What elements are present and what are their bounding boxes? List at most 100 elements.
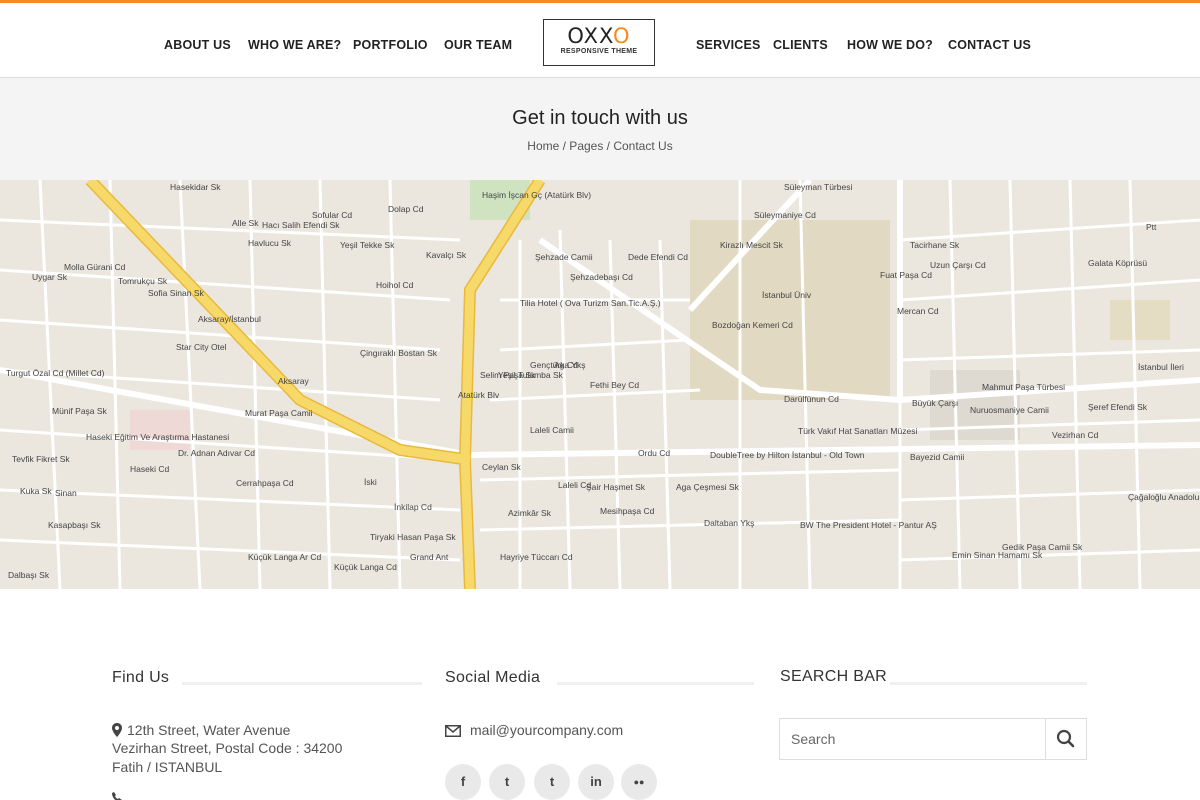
map-street-label: Hasekidar Sk bbox=[170, 182, 221, 192]
logo-tagline: RESPONSIVE THEME bbox=[560, 48, 638, 55]
map-street-label: Laleli Cd bbox=[558, 480, 592, 490]
search-icon bbox=[1056, 729, 1075, 748]
map-street-label: Türk Vakıf Hat Sanatları Müzesi bbox=[798, 426, 918, 436]
social-media-title: Social Media bbox=[445, 669, 541, 686]
map-street-label: Aga Çeşmesi Sk bbox=[676, 482, 739, 492]
map-street-label: Atatürk Blv bbox=[458, 390, 500, 400]
map-street-label: Kasapbaşı Sk bbox=[48, 520, 101, 530]
map-street-label: Yeşil Tulumba Sk bbox=[498, 370, 563, 380]
map-street-label: Aga Ykş bbox=[554, 360, 586, 370]
flickr-icon: ●● bbox=[633, 777, 645, 787]
map-street-label: Ordu Cd bbox=[638, 448, 671, 458]
map-street-label: Molla Gürani Cd bbox=[64, 262, 126, 272]
map-major-roads-outline bbox=[85, 180, 546, 589]
flickr-button[interactable]: ●● bbox=[621, 764, 657, 800]
map-street-label: Hacı Salih Efendi Sk bbox=[262, 220, 340, 230]
map-street-label: Sinan bbox=[55, 488, 77, 498]
site-header: ABOUT US WHO WE ARE? PORTFOLIO OUR TEAM … bbox=[0, 3, 1200, 78]
map-street-label: Murat Paşa Camii bbox=[245, 408, 313, 418]
map-street-label: Kavalçı Sk bbox=[426, 250, 467, 260]
map-pin-icon bbox=[112, 723, 122, 737]
map-street-label: Laleli Camii bbox=[530, 425, 574, 435]
find-us-title: Find Us bbox=[112, 669, 170, 686]
nav-our-team[interactable]: OUR TEAM bbox=[444, 38, 512, 52]
map-street-label: Turgut Özal Cd (Millet Cd) bbox=[6, 368, 105, 378]
logo-wordmark: OXXO bbox=[544, 24, 654, 48]
map-street-label: Haseki Cd bbox=[130, 464, 170, 474]
map-street-label: İnkilap Cd bbox=[394, 502, 432, 512]
map-street-label: Dolap Cd bbox=[388, 204, 424, 214]
tumblr-icon: t bbox=[549, 774, 555, 789]
map-street-label: Şehzadebaşı Cd bbox=[570, 272, 633, 282]
map-street-label: Haseki Eğitim Ve Araştırma Hastanesi bbox=[86, 432, 230, 442]
tumblr-button[interactable]: t bbox=[534, 764, 570, 800]
search-form bbox=[779, 718, 1087, 760]
map-street-label: Fethi Bey Cd bbox=[590, 380, 640, 390]
map-street-label: Şair Haşmet Sk bbox=[586, 482, 646, 492]
linkedin-button[interactable]: in bbox=[578, 764, 614, 800]
map-street-label: Hoihol Cd bbox=[376, 280, 414, 290]
search-bar-divider bbox=[890, 682, 1087, 685]
map-street-label: Tomrukçu Sk bbox=[118, 276, 168, 286]
address-line-2: Vezirhan Street, Postal Code : 34200 bbox=[112, 740, 343, 756]
map-street-label: Aksaray/İstanbul bbox=[198, 314, 261, 324]
location-map[interactable]: Hasekidar Sk Alle Sk Havlucu Sk Hacı Salih … bbox=[0, 180, 1200, 589]
map-street-label: Dalbaşı Sk bbox=[8, 570, 50, 580]
page-title: Get in touch with us bbox=[512, 107, 688, 129]
map-street-label: BW The President Hotel - Pantur AŞ bbox=[800, 520, 937, 530]
map-street-label: Tilia Hotel ( Ova Turizm San.Tic.A.Ş.) bbox=[520, 298, 661, 308]
site-logo[interactable]: OXXO RESPONSIVE THEME bbox=[543, 19, 655, 66]
nav-who-we-are[interactable]: WHO WE ARE? bbox=[248, 38, 341, 52]
map-street-label: Uzun Çarşı Cd bbox=[930, 260, 986, 270]
contact-email[interactable]: mail@yourcompany.com bbox=[470, 722, 623, 738]
map-street-label: Kirazlı Mescit Sk bbox=[720, 240, 783, 250]
map-street-label: İstanbul Üniv bbox=[762, 290, 812, 300]
logo-wordmark-main: OXX bbox=[567, 24, 614, 48]
map-street-label: Darülfünun Cd bbox=[784, 394, 839, 404]
map-street-label: Küçük Langa Ar Cd bbox=[248, 552, 322, 562]
nav-portfolio[interactable]: PORTFOLIO bbox=[353, 38, 428, 52]
map-street-label: Azimkâr Sk bbox=[508, 508, 551, 518]
search-button[interactable] bbox=[1046, 719, 1086, 759]
map-street-label: Daltaban Ykş bbox=[704, 518, 755, 528]
map-street-label: Vezirhan Cd bbox=[1052, 430, 1099, 440]
map-hospital-area bbox=[130, 410, 190, 450]
nav-services[interactable]: SERVICES bbox=[696, 38, 761, 52]
map-street-label: Çingıraklı Bostan Sk bbox=[360, 348, 438, 358]
map-street-label: Alle Sk bbox=[232, 218, 259, 228]
twitter-button[interactable]: t bbox=[489, 764, 525, 800]
map-street-label: Sofular Cd bbox=[312, 210, 353, 220]
map-street-label: Kuka Sk bbox=[20, 486, 52, 496]
address-line-1: 12th Street, Water Avenue bbox=[127, 722, 291, 738]
map-street-label: Mesihpaşa Cd bbox=[600, 506, 655, 516]
twitter-icon: t bbox=[504, 774, 510, 789]
map-street-label: Sofia Sinan Sk bbox=[148, 288, 204, 298]
map-street-label: Galata Köprüsü bbox=[1088, 258, 1148, 268]
address-line-3: Fatih / ISTANBUL bbox=[112, 759, 223, 775]
map-street-label: Şeref Efendi Sk bbox=[1088, 402, 1148, 412]
map-street-label: Dede Efendi Cd bbox=[628, 252, 689, 262]
map-street-label: Cerrahpaşa Cd bbox=[236, 478, 294, 488]
map-street-label: Münif Paşa Sk bbox=[52, 406, 107, 416]
map-street-label: Şehzade Camii bbox=[535, 252, 593, 262]
phone-icon bbox=[112, 792, 122, 800]
map-street-label: Mercan Cd bbox=[897, 306, 939, 316]
map-street-label: Çağaloğlu Anadolu bbox=[1128, 492, 1200, 502]
nav-about-us[interactable]: ABOUT US bbox=[164, 38, 231, 52]
facebook-button[interactable]: f bbox=[445, 764, 481, 800]
breadcrumb[interactable]: Home / Pages / Contact Us bbox=[0, 139, 1200, 153]
nav-how-we-do[interactable]: HOW WE DO? bbox=[847, 38, 933, 52]
find-us-divider bbox=[182, 682, 422, 685]
map-street-label: Mahmut Paşa Türbesi bbox=[982, 382, 1065, 392]
nav-contact-us[interactable]: CONTACT US bbox=[948, 38, 1031, 52]
map-street-label: Emin Sinan Hamamı Sk bbox=[952, 550, 1043, 560]
map-street-label: Ceylan Sk bbox=[482, 462, 521, 472]
map-street-label: Fuat Paşa Cd bbox=[880, 270, 932, 280]
map-street-label: Büyük Çarşı bbox=[912, 398, 959, 408]
nav-clients[interactable]: CLIENTS bbox=[773, 38, 828, 52]
map-street-label: Dr. Adnan Adıvar Cd bbox=[178, 448, 256, 458]
map-street-label: Hayriye Tüccarı Cd bbox=[500, 552, 573, 562]
search-input[interactable] bbox=[780, 719, 1046, 759]
map-street-label: Aksaray bbox=[278, 376, 309, 386]
map-street-label: DoubleTree by Hilton İstanbul - Old Town bbox=[710, 450, 865, 460]
